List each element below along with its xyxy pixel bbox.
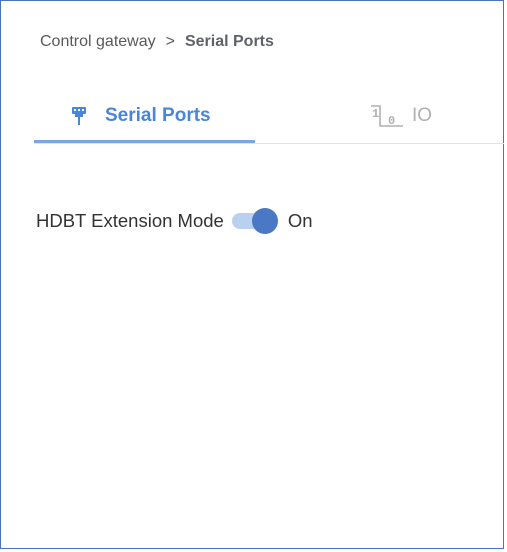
breadcrumb-separator: > <box>165 33 175 50</box>
hdbt-extension-mode-toggle[interactable] <box>231 208 278 234</box>
breadcrumb-parent[interactable]: Control gateway <box>40 33 156 51</box>
hdbt-extension-mode-label: HDBT Extension Mode <box>36 210 224 231</box>
tab-serial-ports[interactable]: Serial Ports <box>34 89 255 143</box>
tab-bar: Serial Ports 1 0 IO <box>34 89 504 144</box>
hdbt-extension-mode-row: HDBT Extension Mode On <box>36 208 313 234</box>
svg-text:0: 0 <box>388 114 395 127</box>
tab-io-label: IO <box>412 104 433 126</box>
hdbt-extension-mode-state: On <box>287 210 313 231</box>
toggle-knob <box>251 208 278 234</box>
panel: Control gateway > Serial Ports Serial Po… <box>0 0 504 549</box>
tab-serial-ports-label: Serial Ports <box>105 104 211 126</box>
serial-port-icon <box>71 106 87 126</box>
breadcrumb: Control gateway > Serial Ports <box>40 33 274 51</box>
tab-io[interactable]: 1 0 IO <box>370 89 432 142</box>
io-icon: 1 0 <box>370 104 404 127</box>
active-tab-indicator <box>34 140 255 143</box>
svg-text:1: 1 <box>372 107 379 121</box>
breadcrumb-current: Serial Ports <box>184 33 274 50</box>
